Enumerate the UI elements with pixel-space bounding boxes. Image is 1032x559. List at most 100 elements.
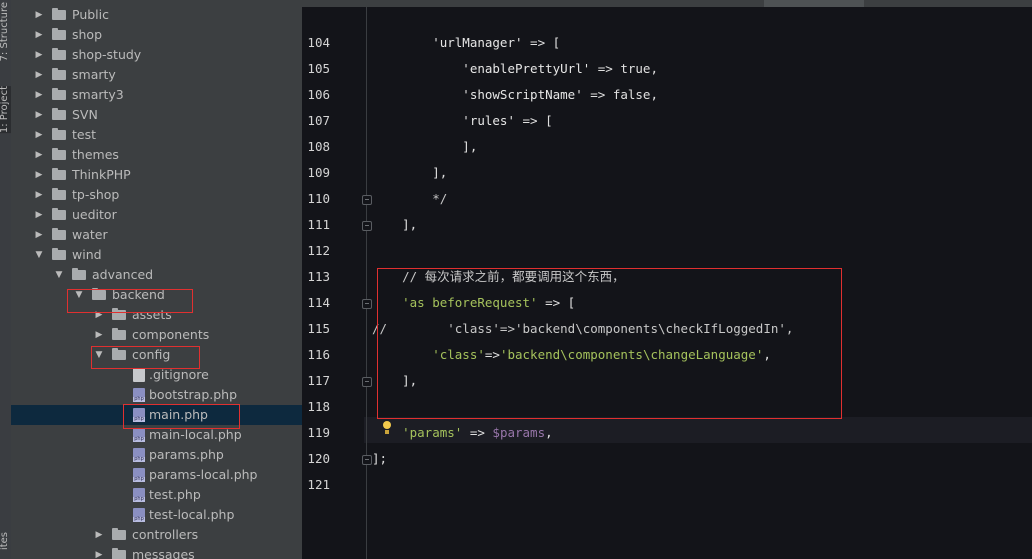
expand-arrow-icon[interactable]: ▶ bbox=[33, 85, 45, 105]
tree-folder-item[interactable]: ▶ controllers bbox=[11, 525, 302, 545]
line-number: 113 bbox=[307, 269, 330, 284]
php-file-icon bbox=[133, 488, 145, 502]
tree-folder-item[interactable]: ▶ tp-shop bbox=[11, 185, 302, 205]
code-line[interactable]: ], bbox=[372, 134, 477, 160]
tree-item-label: ueditor bbox=[72, 207, 117, 222]
tree-folder-item[interactable]: ▶ SVN bbox=[11, 105, 302, 125]
code-token: ], bbox=[372, 165, 448, 180]
expand-arrow-icon[interactable]: ▶ bbox=[33, 225, 45, 245]
editor-tab[interactable] bbox=[532, 0, 622, 7]
fold-marker-icon[interactable] bbox=[362, 221, 372, 231]
collapse-arrow-icon[interactable]: ▼ bbox=[53, 265, 65, 285]
folder-icon bbox=[52, 148, 66, 160]
expand-arrow-icon[interactable]: ▶ bbox=[93, 325, 105, 345]
bottom-tool-tab[interactable]: ites bbox=[0, 532, 11, 550]
folder-icon bbox=[52, 108, 66, 120]
line-number: 119 bbox=[307, 425, 330, 440]
expand-arrow-icon[interactable]: ▶ bbox=[33, 185, 45, 205]
editor-tab[interactable] bbox=[427, 0, 525, 7]
line-number: 111 bbox=[307, 217, 330, 232]
text-file-icon bbox=[133, 368, 145, 382]
tree-folder-item[interactable]: ▶ shop-study bbox=[11, 45, 302, 65]
expand-arrow-icon[interactable]: ▶ bbox=[33, 125, 45, 145]
expand-arrow-icon[interactable]: ▶ bbox=[33, 45, 45, 65]
expand-arrow-icon[interactable]: ▶ bbox=[33, 65, 45, 85]
fold-marker-icon[interactable] bbox=[362, 377, 372, 387]
code-line[interactable]: 'rules' => [ bbox=[372, 108, 552, 134]
expand-arrow-icon[interactable]: ▶ bbox=[33, 165, 45, 185]
tree-folder-item[interactable]: ▼ advanced bbox=[11, 265, 302, 285]
code-line[interactable]: 'enablePrettyUrl' => true, bbox=[372, 56, 658, 82]
code-token: => bbox=[462, 425, 493, 440]
folder-icon bbox=[52, 88, 66, 100]
php-file-icon bbox=[133, 388, 145, 402]
annotation-box-main-php bbox=[123, 404, 240, 429]
tree-item-label: SVN bbox=[72, 107, 98, 122]
expand-arrow-icon[interactable]: ▶ bbox=[33, 145, 45, 165]
code-token: ], bbox=[372, 139, 478, 154]
tree-item-label: tp-shop bbox=[72, 187, 120, 202]
structure-tab[interactable]: 7: Structure bbox=[0, 2, 11, 61]
tree-item-label: messages bbox=[132, 547, 195, 559]
tree-file-item[interactable]: test.php bbox=[11, 485, 302, 505]
expand-arrow-icon[interactable]: ▶ bbox=[33, 25, 45, 45]
editor-tab-active[interactable] bbox=[764, 0, 864, 7]
tree-item-label: smarty3 bbox=[72, 87, 124, 102]
editor-tab[interactable] bbox=[624, 0, 754, 7]
line-number: 117 bbox=[307, 373, 330, 388]
folder-icon bbox=[52, 168, 66, 180]
expand-arrow-icon[interactable]: ▶ bbox=[33, 105, 45, 125]
tree-folder-item[interactable]: ▼ wind bbox=[11, 245, 302, 265]
php-file-icon bbox=[133, 428, 145, 442]
tree-file-item[interactable]: test-local.php bbox=[11, 505, 302, 525]
fold-marker-icon[interactable] bbox=[362, 455, 372, 465]
folder-icon bbox=[52, 208, 66, 220]
fold-marker-icon[interactable] bbox=[362, 299, 372, 309]
line-number: 109 bbox=[307, 165, 330, 180]
line-number: 105 bbox=[307, 61, 330, 76]
code-token: => true, bbox=[590, 61, 658, 76]
tree-item-label: water bbox=[72, 227, 108, 242]
tree-folder-item[interactable]: ▶ ueditor bbox=[11, 205, 302, 225]
tree-item-label: wind bbox=[72, 247, 102, 262]
tree-folder-item[interactable]: ▶ water bbox=[11, 225, 302, 245]
code-line[interactable]: */ bbox=[372, 186, 447, 212]
line-number: 121 bbox=[307, 477, 330, 492]
tree-file-item[interactable]: params.php bbox=[11, 445, 302, 465]
folder-icon bbox=[52, 8, 66, 20]
expand-arrow-icon[interactable]: ▶ bbox=[93, 525, 105, 545]
folder-icon bbox=[112, 328, 126, 340]
tree-folder-item[interactable]: ▶ smarty bbox=[11, 65, 302, 85]
code-token: => false, bbox=[582, 87, 658, 102]
tree-folder-item[interactable]: ▶ smarty3 bbox=[11, 85, 302, 105]
tree-folder-item[interactable]: ▶ Public bbox=[11, 5, 302, 25]
code-line[interactable]: ], bbox=[372, 212, 417, 238]
tree-folder-item[interactable]: ▶ components bbox=[11, 325, 302, 345]
project-tab[interactable]: 1: Project bbox=[0, 86, 11, 134]
code-line[interactable]: ], bbox=[372, 160, 447, 186]
collapse-arrow-icon[interactable]: ▼ bbox=[33, 245, 45, 265]
fold-marker-icon[interactable] bbox=[362, 195, 372, 205]
tree-folder-item[interactable]: ▶ shop bbox=[11, 25, 302, 45]
tree-file-item[interactable]: bootstrap.php bbox=[11, 385, 302, 405]
code-line[interactable]: ]; bbox=[372, 446, 387, 472]
tree-item-label: controllers bbox=[132, 527, 199, 542]
expand-arrow-icon[interactable]: ▶ bbox=[33, 205, 45, 225]
line-number: 107 bbox=[307, 113, 330, 128]
code-line[interactable]: 'urlManager' => [ bbox=[372, 30, 560, 56]
tree-folder-item[interactable]: ▶ test bbox=[11, 125, 302, 145]
tree-item-label: test-local.php bbox=[149, 507, 235, 522]
code-line[interactable]: 'params' => $params, bbox=[372, 420, 553, 446]
expand-arrow-icon[interactable]: ▶ bbox=[93, 545, 105, 559]
code-line[interactable]: 'showScriptName' => false, bbox=[372, 82, 658, 108]
tree-folder-item[interactable]: ▶ ThinkPHP bbox=[11, 165, 302, 185]
tree-folder-item[interactable]: ▶ themes bbox=[11, 145, 302, 165]
line-number: 110 bbox=[307, 191, 330, 206]
gutter-separator bbox=[366, 7, 367, 559]
tree-item-label: params.php bbox=[149, 447, 224, 462]
expand-arrow-icon[interactable]: ▶ bbox=[33, 5, 45, 25]
php-file-icon bbox=[133, 468, 145, 482]
tree-folder-item[interactable]: ▶ messages bbox=[11, 545, 302, 559]
tree-file-item[interactable]: params-local.php bbox=[11, 465, 302, 485]
editor-tab[interactable] bbox=[310, 0, 420, 7]
